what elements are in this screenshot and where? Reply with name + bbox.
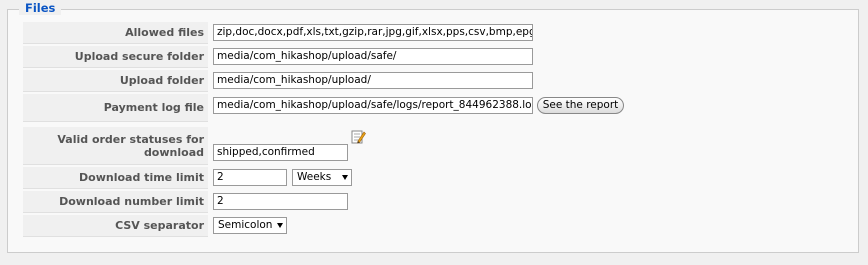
payment-log-file-label: Payment log file xyxy=(23,94,208,122)
allowed-files-label: Allowed files xyxy=(23,22,208,44)
row-valid-order-statuses: Valid order statuses for download shippe… xyxy=(23,127,841,165)
row-upload-secure-folder: Upload secure folder media/com_hikashop/… xyxy=(23,46,841,68)
csv-separator-select[interactable]: Semicolon xyxy=(213,217,287,234)
upload-secure-folder-input[interactable]: media/com_hikashop/upload/safe/ xyxy=(213,48,533,65)
time-unit-value: Weeks xyxy=(297,171,332,183)
payment-log-file-input[interactable]: media/com_hikashop/upload/safe/logs/repo… xyxy=(213,97,533,114)
download-number-limit-label: Download number limit xyxy=(23,191,208,213)
valid-order-statuses-input[interactable]: shipped,confirmed xyxy=(213,144,348,161)
valid-order-statuses-label: Valid order statuses for download xyxy=(23,127,208,165)
time-unit-select[interactable]: Weeks xyxy=(292,169,352,186)
chevron-down-icon xyxy=(277,223,283,228)
row-download-number-limit: Download number limit 2 xyxy=(23,191,841,213)
row-csv-separator: CSV separator Semicolon xyxy=(23,215,841,237)
upload-folder-input[interactable]: media/com_hikashop/upload/ xyxy=(213,72,533,89)
see-report-button[interactable]: See the report xyxy=(537,97,624,114)
chevron-down-icon xyxy=(342,175,348,180)
allowed-files-input[interactable]: zip,doc,docx,pdf,xls,txt,gzip,rar,jpg,gi… xyxy=(213,24,533,41)
row-allowed-files: Allowed files zip,doc,docx,pdf,xls,txt,g… xyxy=(23,22,841,44)
csv-separator-label: CSV separator xyxy=(23,215,208,237)
row-payment-log-file: Payment log file media/com_hikashop/uplo… xyxy=(23,94,841,122)
files-legend: Files xyxy=(19,2,62,15)
row-download-time-limit: Download time limit 2 Weeks xyxy=(23,167,841,189)
csv-separator-value: Semicolon xyxy=(218,219,273,231)
download-time-limit-label: Download time limit xyxy=(23,167,208,189)
upload-secure-folder-label: Upload secure folder xyxy=(23,46,208,68)
edit-icon[interactable] xyxy=(350,129,366,145)
row-upload-folder: Upload folder media/com_hikashop/upload/ xyxy=(23,70,841,92)
download-number-limit-input[interactable]: 2 xyxy=(213,193,348,210)
upload-folder-label: Upload folder xyxy=(23,70,208,92)
download-time-limit-input[interactable]: 2 xyxy=(213,169,287,186)
